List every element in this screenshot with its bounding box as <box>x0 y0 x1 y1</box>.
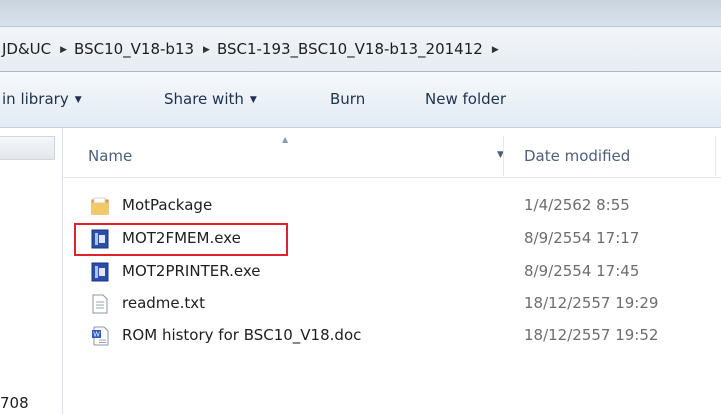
breadcrumb-item[interactable]: BSC10_V18-b13 <box>74 40 194 58</box>
window-title-bar <box>0 0 721 26</box>
breadcrumb-chevron-icon[interactable]: ▶ <box>60 45 67 55</box>
file-date: 18/12/2557 19:52 <box>524 326 659 344</box>
command-toolbar: in library ▼ Share with ▼ Burn New folder <box>0 72 721 128</box>
file-name: MotPackage <box>122 196 213 214</box>
word-doc-icon: W <box>92 326 109 346</box>
breadcrumb-chevron-icon[interactable]: ▶ <box>203 45 210 55</box>
sort-ascending-icon: ▲ <box>282 135 289 144</box>
file-row[interactable]: readme.txt 18/12/2557 19:29 <box>86 291 686 317</box>
exe-icon <box>91 262 109 282</box>
include-in-library-label: in library <box>2 90 69 108</box>
new-folder-button[interactable]: New folder <box>425 90 506 108</box>
name-column-header[interactable]: Name <box>88 147 132 165</box>
svg-text:W: W <box>93 332 100 339</box>
folder-icon <box>91 197 109 215</box>
share-with-button[interactable]: Share with ▼ <box>164 90 257 108</box>
address-bar[interactable]: JD&UC ▶ BSC10_V18-b13 ▶ BSC1-193_BSC10_V18-b… <box>0 26 721 72</box>
file-row[interactable]: W ROM history for BSC10_V18.doc 18/12/25… <box>86 323 686 349</box>
file-name: readme.txt <box>122 294 206 312</box>
annotation-highlight-box <box>74 223 288 256</box>
nav-item[interactable]: 708 <box>0 394 29 412</box>
share-with-label: Share with <box>164 90 244 108</box>
breadcrumb-item[interactable]: JD&UC <box>2 40 51 58</box>
text-file-icon <box>92 294 108 314</box>
file-row[interactable]: MOT2PRINTER.exe 8/9/2554 17:45 <box>86 259 686 285</box>
column-divider[interactable] <box>503 136 504 176</box>
file-date: 8/9/2554 17:45 <box>524 262 640 280</box>
burn-button[interactable]: Burn <box>330 90 365 108</box>
date-modified-column-header[interactable]: Date modified <box>524 147 630 165</box>
breadcrumb-item[interactable]: BSC1-193_BSC10_V18-b13_201412 <box>217 40 483 58</box>
include-in-library-button[interactable]: in library ▼ <box>2 90 82 108</box>
navigation-pane-header <box>0 136 55 160</box>
breadcrumb-chevron-icon[interactable]: ▶ <box>492 45 499 55</box>
breadcrumb: JD&UC ▶ BSC10_V18-b13 ▶ BSC1-193_BSC10_V18-b… <box>2 40 506 58</box>
dropdown-arrow-icon: ▼ <box>249 95 257 105</box>
file-date: 18/12/2557 19:29 <box>524 294 659 312</box>
file-date: 8/9/2554 17:17 <box>524 229 640 247</box>
file-row[interactable]: MotPackage 1/4/2562 8:55 <box>86 193 686 219</box>
navigation-pane: 708 <box>0 128 63 414</box>
dropdown-arrow-icon: ▼ <box>74 95 82 105</box>
file-name: MOT2PRINTER.exe <box>122 262 261 280</box>
column-divider[interactable] <box>715 136 716 176</box>
file-date: 1/4/2562 8:55 <box>524 196 630 214</box>
column-header-row: Name ▲ ▼ Date modified <box>63 128 721 178</box>
file-name: ROM history for BSC10_V18.doc <box>122 326 362 344</box>
